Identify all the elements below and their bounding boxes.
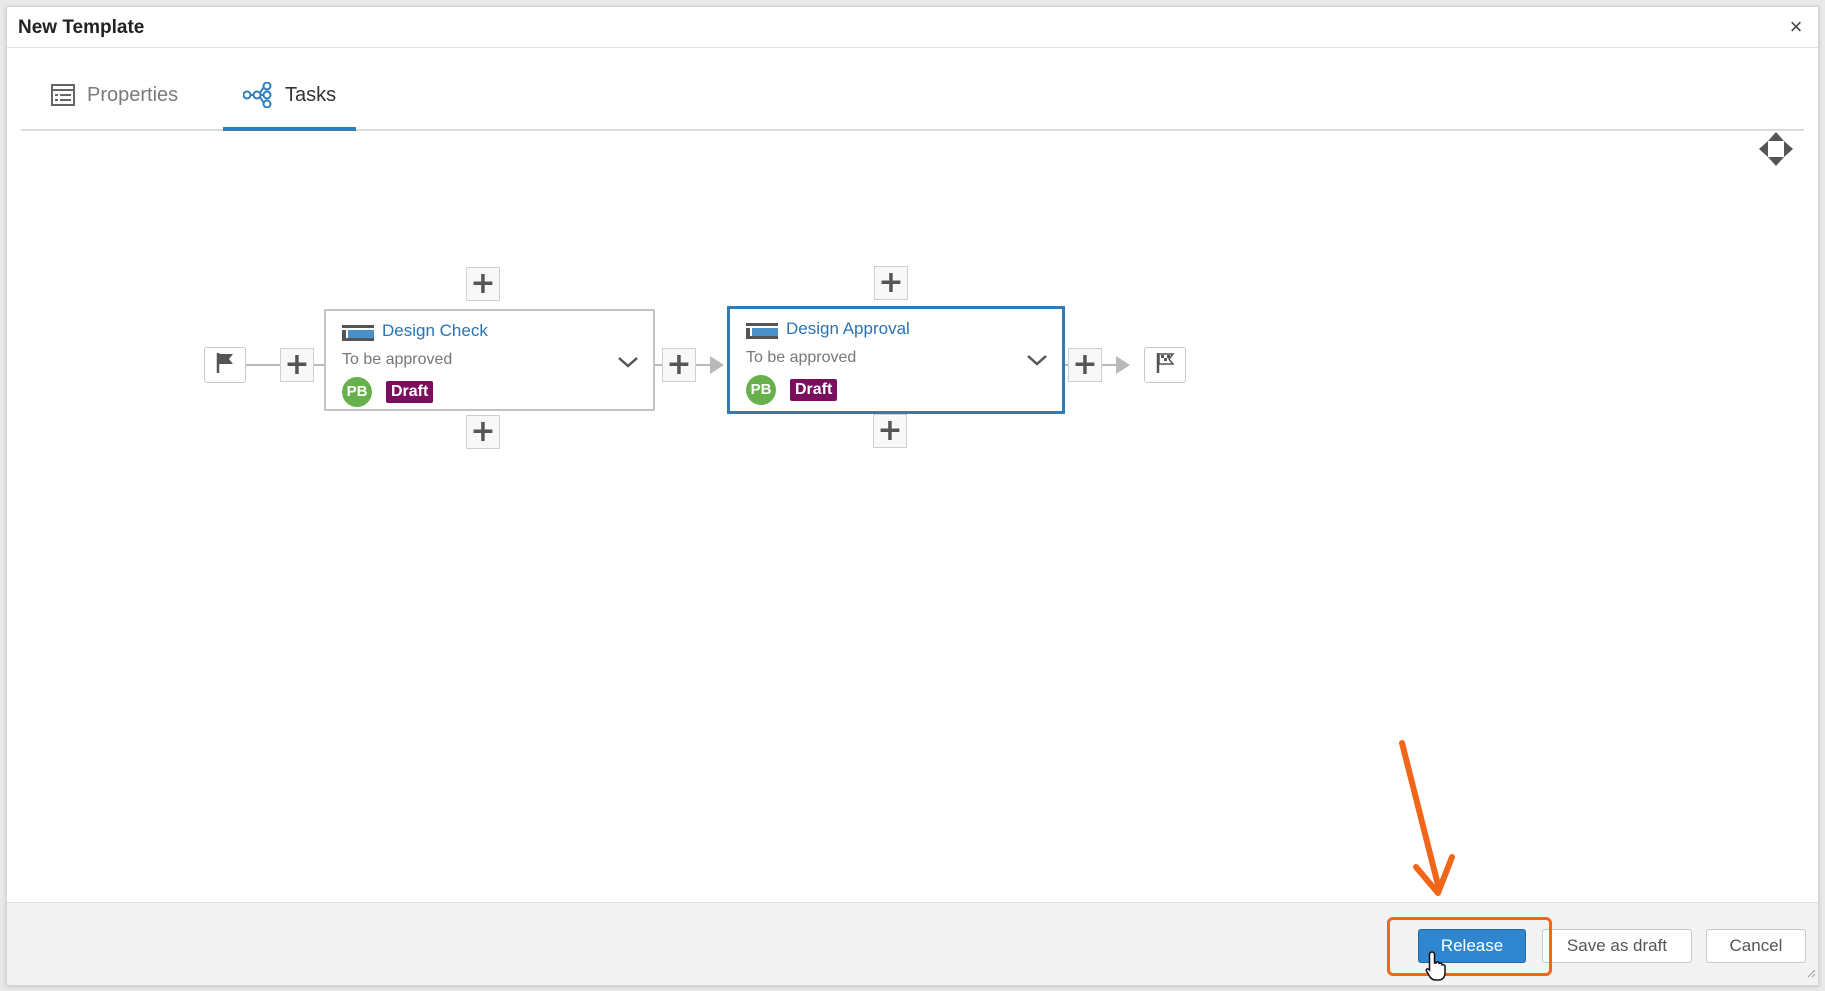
start-flag-icon	[214, 351, 236, 380]
task-status: To be approved	[342, 351, 453, 368]
tab-properties-label: Properties	[87, 83, 179, 106]
status-badge: Draft	[386, 381, 434, 403]
task-status: To be approved	[746, 349, 857, 366]
chevron-down-icon[interactable]	[1026, 353, 1048, 372]
tab-bar: Properties Tasks	[21, 61, 1804, 131]
task-type-icon	[342, 325, 374, 346]
add-task-after-button[interactable]: +	[1068, 348, 1102, 382]
list-icon	[51, 84, 75, 106]
add-parallel-task-above-button[interactable]: +	[874, 266, 908, 300]
new-template-dialog: New Template × Properties Tasks + + Desi…	[6, 6, 1819, 986]
status-badge: Draft	[790, 379, 838, 401]
plus-icon: +	[470, 414, 496, 449]
dialog-title: New Template	[18, 17, 145, 38]
avatar: PB	[746, 375, 776, 405]
connector	[696, 364, 710, 366]
chevron-down-icon[interactable]	[617, 355, 639, 374]
add-task-between-button[interactable]: +	[662, 348, 696, 382]
dialog-footer: Release Save as draft Cancel	[7, 902, 1818, 985]
plus-icon: +	[1072, 347, 1098, 382]
task-card-design-check[interactable]: Design Check To be approved PB Draft	[324, 309, 655, 411]
connector	[246, 364, 282, 366]
close-button[interactable]: ×	[1786, 14, 1806, 39]
add-parallel-task-above-button[interactable]: +	[466, 267, 500, 301]
plus-icon: +	[666, 347, 692, 382]
start-node	[204, 347, 246, 383]
tab-tasks[interactable]: Tasks	[223, 61, 357, 131]
end-flag-icon	[1154, 351, 1176, 380]
connector	[1102, 364, 1116, 366]
end-node	[1144, 347, 1186, 383]
avatar: PB	[342, 377, 372, 407]
dialog-titlebar: New Template ×	[7, 7, 1818, 48]
tab-properties[interactable]: Properties	[51, 61, 178, 129]
task-card-design-approval[interactable]: Design Approval To be approved PB Draft	[727, 306, 1065, 414]
add-parallel-task-below-button[interactable]: +	[873, 414, 907, 448]
plus-icon: +	[877, 413, 903, 448]
workflow-icon	[243, 82, 273, 108]
task-name[interactable]: Design Check	[382, 321, 488, 341]
task-type-icon	[746, 323, 778, 344]
release-button[interactable]: Release	[1418, 929, 1526, 963]
connector	[314, 364, 324, 366]
arrow-right-icon	[1116, 356, 1130, 374]
tab-tasks-label: Tasks	[285, 83, 337, 106]
close-icon: ×	[1789, 14, 1803, 39]
plus-icon: +	[284, 347, 310, 382]
add-task-before-button[interactable]: +	[280, 348, 314, 382]
task-name[interactable]: Design Approval	[786, 319, 910, 339]
cancel-button[interactable]: Cancel	[1706, 929, 1806, 963]
save-as-draft-button[interactable]: Save as draft	[1542, 929, 1692, 963]
plus-icon: +	[878, 265, 904, 300]
resize-grip-icon[interactable]	[1806, 965, 1816, 983]
workflow-canvas: + + Design Check To be approved PB Draft	[7, 131, 1818, 903]
arrow-right-icon	[710, 356, 724, 374]
add-parallel-task-below-button[interactable]: +	[466, 415, 500, 449]
plus-icon: +	[470, 266, 496, 301]
